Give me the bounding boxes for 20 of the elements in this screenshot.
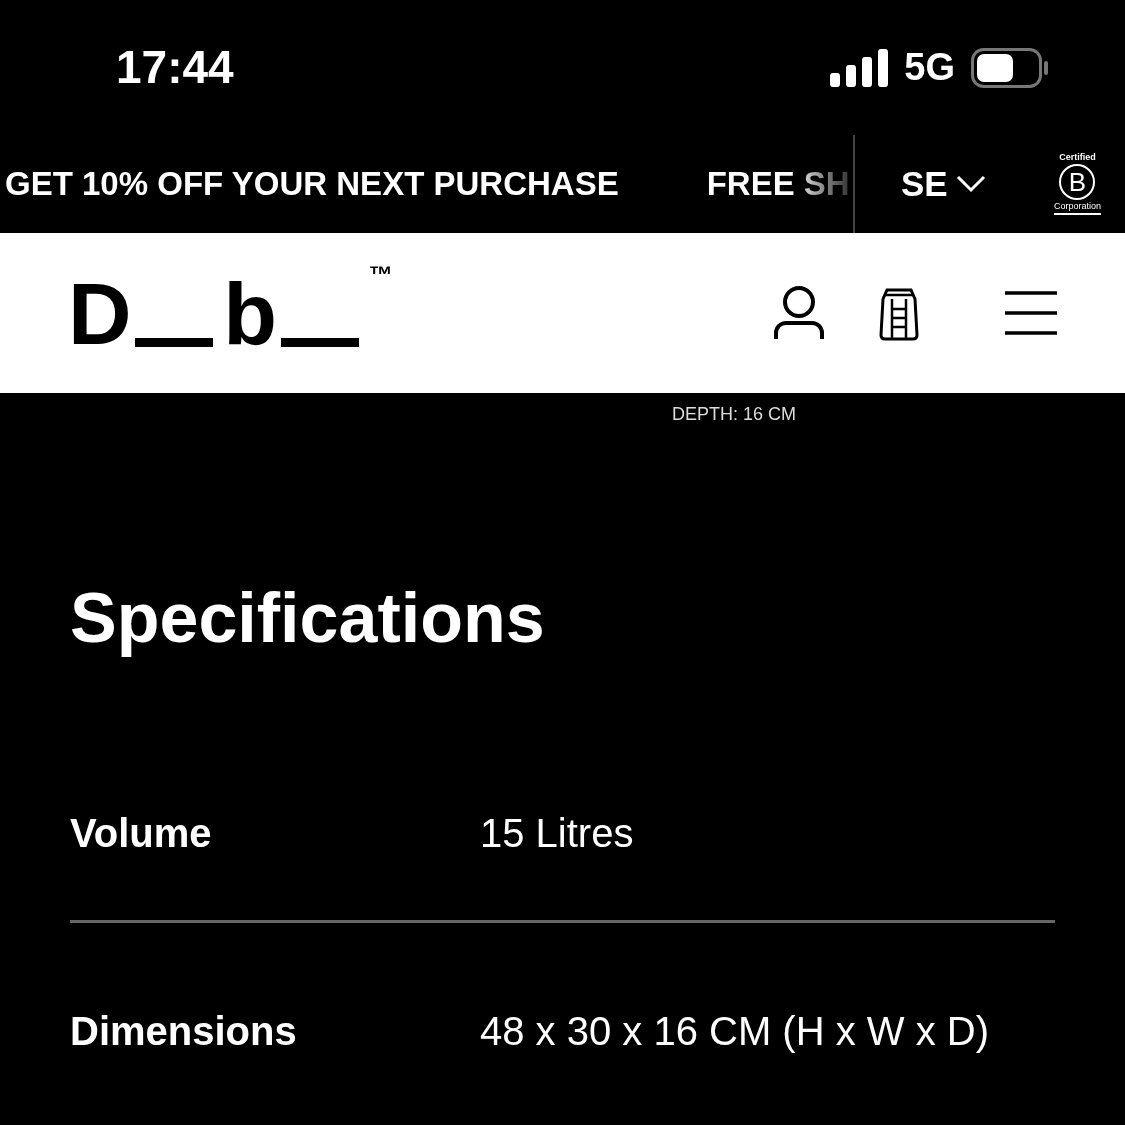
menu-icon[interactable] bbox=[1005, 291, 1057, 335]
logo-letter: b bbox=[223, 279, 275, 349]
status-time: 17:44 bbox=[116, 40, 234, 95]
account-icon[interactable] bbox=[773, 285, 825, 341]
spec-label: Dimensions bbox=[70, 1007, 298, 1055]
chevron-down-icon bbox=[955, 175, 986, 193]
badge-label: Certified bbox=[1059, 153, 1096, 162]
region-selector[interactable]: SE bbox=[901, 157, 986, 211]
promo-message: GET 10% OFF YOUR NEXT PURCHASE bbox=[5, 164, 619, 205]
badge-letter: B bbox=[1059, 164, 1096, 200]
logo-letter: D bbox=[68, 279, 130, 349]
trademark-mark: ™ bbox=[368, 263, 393, 287]
image-caption: DEPTH: 16 CM bbox=[672, 403, 796, 426]
badge-label: Corporation bbox=[1053, 202, 1101, 215]
network-label: 5G bbox=[904, 45, 955, 90]
battery-icon bbox=[971, 47, 1049, 88]
spec-value: 15 Litres bbox=[480, 809, 634, 857]
signal-icon bbox=[830, 48, 889, 87]
spec-label: Volume bbox=[70, 809, 213, 857]
spec-value: 48 x 30 x 16 CM (H x W x D) bbox=[480, 1007, 989, 1055]
